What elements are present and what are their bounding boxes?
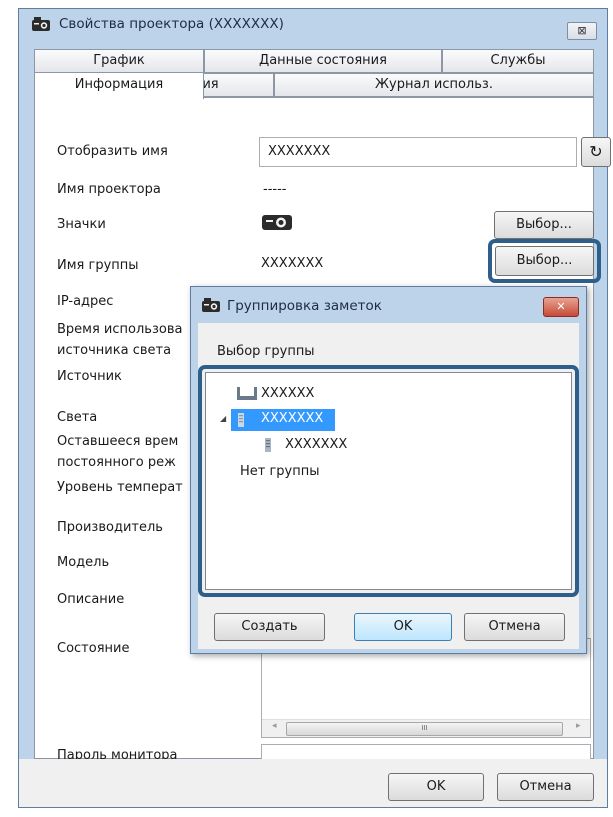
tree-item[interactable]: XXXXXXX — [285, 437, 347, 452]
monitor-password-input[interactable] — [261, 744, 591, 760]
select-icon-button[interactable]: Выбор... — [494, 211, 594, 239]
tab-services[interactable]: Службы — [442, 49, 594, 73]
icons-label: Значки — [57, 217, 106, 232]
manufacturer-label: Производитель — [57, 520, 163, 535]
remaining-time-label-1: Оставшееся врем — [57, 434, 179, 449]
projector-small-icon — [238, 413, 244, 427]
description-label: Описание — [57, 592, 125, 607]
display-name-input[interactable]: XXXXXXX — [259, 137, 577, 167]
dialog-ok-button[interactable]: OK — [354, 613, 452, 641]
tab-usage-log[interactable]: Журнал использ. — [274, 73, 594, 97]
ok-button[interactable]: OK — [388, 773, 484, 801]
tab-information[interactable]: Информация — [34, 72, 204, 99]
projector-name-value: ----- — [263, 182, 287, 197]
group-folder-icon — [237, 387, 257, 400]
tree-item-selected[interactable]: XXXXXXX — [231, 409, 335, 431]
group-name-label: Имя группы — [57, 258, 139, 273]
remaining-time-label-2: постоянного реж — [57, 455, 176, 470]
tree-item[interactable]: XXXXXX — [261, 386, 314, 401]
cancel-button[interactable]: Отмена — [497, 773, 594, 801]
dialog-cancel-button[interactable]: Отмена — [464, 613, 565, 641]
tree-item-label: XXXXXXX — [261, 411, 324, 426]
refresh-icon: ↻ — [589, 142, 603, 161]
scroll-right-icon[interactable]: ▸ — [576, 721, 581, 731]
close-button[interactable]: ⊠ — [567, 22, 597, 40]
dialog-body: Выбор группы XXXXXX ◢ XXXXXXX XXXXXXX Не… — [198, 323, 579, 649]
source-label: Источник — [57, 369, 122, 384]
dialog-close-button[interactable]: ✕ — [543, 297, 579, 317]
model-label: Модель — [57, 555, 110, 570]
create-button[interactable]: Создать — [214, 613, 325, 641]
horizontal-scrollbar[interactable]: ◂ III ▸ — [262, 719, 590, 737]
tree-item-no-group[interactable]: Нет группы — [240, 464, 320, 479]
tab-status-data[interactable]: Данные состояния — [204, 49, 442, 73]
tab-schedule[interactable]: График — [34, 49, 204, 73]
dialog-title: Группировка заметок — [227, 298, 382, 314]
projector-app-icon — [32, 17, 50, 31]
ip-address-label: IP-адрес — [57, 294, 114, 309]
scroll-thumb[interactable]: III — [286, 722, 563, 736]
usage-time-label-2: источника света — [57, 343, 172, 358]
projector-icon — [262, 215, 292, 230]
group-tree[interactable]: XXXXXX ◢ XXXXXXX XXXXXXX Нет группы — [205, 372, 572, 590]
display-name-label: Отобразить имя — [57, 144, 168, 159]
projector-small-icon — [265, 438, 271, 452]
temperature-label: Уровень температ — [57, 480, 183, 495]
projector-app-icon — [202, 298, 220, 312]
title-bar: Свойства проектора (XXXXXXX) ⊠ — [19, 9, 607, 41]
status-label: Состояние — [57, 641, 130, 656]
select-group-button[interactable]: Выбор... — [495, 246, 594, 276]
usage-time-label-1: Время использова — [57, 322, 183, 337]
window-footer: OK Отмена — [19, 759, 607, 807]
window-title: Свойства проектора (XXXXXXX) — [59, 16, 284, 32]
projector-name-label: Имя проектора — [57, 182, 161, 197]
light-label: Света — [57, 410, 98, 425]
group-memo-dialog: Группировка заметок ✕ Выбор группы XXXXX… — [190, 286, 587, 654]
expand-arrow-icon[interactable]: ◢ — [220, 414, 226, 423]
group-name-value: XXXXXXX — [261, 256, 324, 271]
refresh-button[interactable]: ↻ — [581, 137, 611, 167]
scroll-left-icon[interactable]: ◂ — [272, 721, 277, 731]
select-group-label: Выбор группы — [217, 344, 315, 359]
